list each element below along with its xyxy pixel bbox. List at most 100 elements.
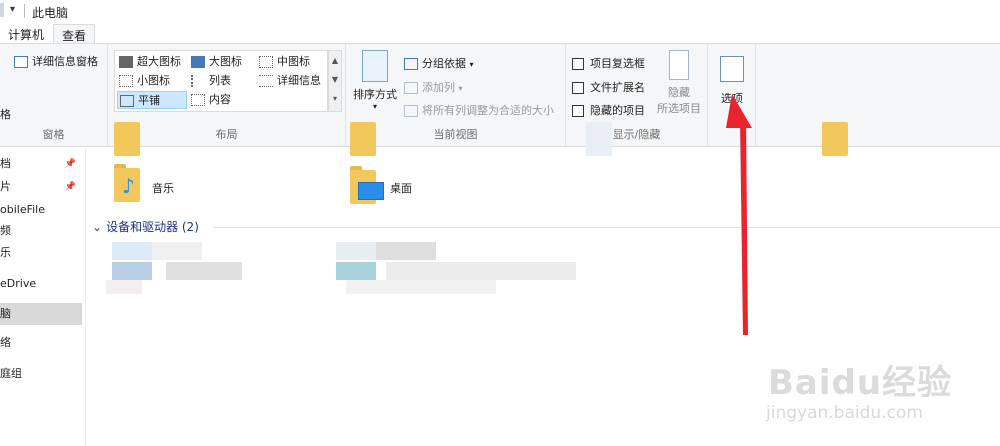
file-extensions-checkbox[interactable] (572, 82, 584, 94)
devices-section-header[interactable]: ⌄ 设备和驱动器 (2) (92, 218, 199, 235)
fit-columns-label: 将所有列调整为合适的大小 (422, 104, 554, 117)
nav-item-label: eDrive (0, 277, 37, 290)
scroll-down-icon[interactable]: ▼ (329, 70, 341, 89)
layout-tiles-label: 平铺 (138, 94, 160, 107)
nav-item-label: 脑 (0, 307, 11, 320)
layout-extra-large-icons[interactable]: 超大图标 (117, 53, 187, 71)
folder-label-desktop: 桌面 (390, 182, 412, 195)
small-icons-icon (119, 75, 133, 87)
nav-item-network[interactable]: 络 (0, 332, 82, 354)
ribbon-group-current-view: 排序方式 ▾ 分组依据 ▾ 添加列 ▾ 将所有列调整为合适的大小 当前视图 (346, 44, 566, 146)
nav-item-label: obileFile (0, 203, 45, 216)
nav-item-music[interactable]: 乐 (0, 242, 82, 264)
blurred-block (166, 262, 242, 280)
group-by-label: 分组依据 (422, 57, 466, 70)
content-icon (191, 94, 205, 106)
blurred-block (112, 242, 152, 260)
ribbon-group-panes: 详细信息窗格 格 窗格 (0, 44, 108, 146)
pin-icon: 📌 (64, 159, 76, 169)
watermark-site: jingyan.baidu.com (766, 403, 923, 423)
item-checkboxes-checkbox[interactable] (572, 58, 584, 70)
hide-selected-label-line2: 所选项目 (657, 102, 701, 115)
tab-computer[interactable]: 计算机 (0, 24, 52, 43)
scroll-up-icon[interactable]: ▲ (329, 51, 341, 70)
details-pane-button[interactable]: 详细信息窗格 (14, 53, 98, 69)
nav-item-onedrive[interactable]: eDrive (0, 273, 82, 295)
gallery-expand-icon[interactable]: ▾ (329, 89, 341, 108)
nav-item-videos[interactable]: 频 (0, 220, 82, 242)
watermark-brand: Baidu经验 (768, 363, 953, 403)
add-column-label: 添加列 (422, 81, 455, 94)
details-pane-label: 详细信息窗格 (32, 55, 98, 68)
add-column-chevron-icon: ▾ (458, 84, 463, 93)
baidu-watermark: Baidu经验 jingyan.baidu.com (760, 355, 1000, 446)
blurred-block (336, 262, 376, 280)
nav-item-label: 档 (0, 157, 11, 170)
hide-selected-icon (669, 50, 689, 80)
navigation-pane: 档 📌 片 📌 obileFile 频 乐 eDrive 脑 络 庭组 (0, 148, 86, 446)
add-column-icon (404, 82, 418, 94)
layout-details[interactable]: 详细信息 (257, 72, 327, 90)
nav-item-label: 庭组 (0, 367, 22, 380)
folder-icon (586, 122, 612, 156)
quick-access-chevron-icon[interactable]: ▾ (10, 4, 15, 15)
music-note-icon: ♪ (122, 174, 135, 198)
group-by-chevron-icon: ▾ (469, 60, 474, 69)
hide-selected-button[interactable]: 隐藏 所选项目 (654, 50, 704, 116)
fit-columns-icon (404, 105, 418, 117)
layout-medium-icons-label: 中图标 (277, 55, 310, 68)
tab-view[interactable]: 查看 (53, 24, 96, 43)
layout-list-label: 列表 (209, 74, 231, 87)
hidden-items-option[interactable]: 隐藏的项目 (572, 102, 645, 118)
nav-item-label: 片 (0, 180, 11, 193)
chevron-down-icon: ⌄ (92, 220, 103, 234)
nav-item-mobilefile[interactable]: obileFile (0, 199, 82, 221)
group-by-button[interactable]: 分组依据 ▾ (404, 55, 474, 71)
folder-icon (822, 122, 848, 156)
desktop-monitor-icon (358, 182, 384, 200)
nav-item-pictures[interactable]: 片 📌 (0, 176, 82, 198)
sort-by-button[interactable]: 排序方式 ▾ (352, 50, 398, 111)
layout-tiles[interactable]: 平铺 (117, 91, 187, 109)
folder-label-music: 音乐 (152, 182, 174, 195)
hide-selected-label-line1: 隐藏 (668, 86, 690, 99)
hidden-items-label: 隐藏的项目 (590, 104, 645, 117)
options-icon (720, 56, 744, 82)
ribbon: 详细信息窗格 格 窗格 超大图标 大图标 中图标 小图标 列表 详细信息 平铺 … (0, 43, 1000, 147)
hidden-items-checkbox[interactable] (572, 105, 584, 117)
blurred-block (376, 242, 436, 260)
sort-by-chevron-icon: ▾ (372, 102, 377, 111)
ribbon-group-layout: 超大图标 大图标 中图标 小图标 列表 详细信息 平铺 内容 ▲ ▼ ▾ 布局 (108, 44, 346, 146)
extra-large-icons-icon (119, 56, 133, 68)
layout-content[interactable]: 内容 (189, 91, 253, 109)
file-extensions-option[interactable]: 文件扩展名 (572, 79, 645, 95)
window-title: 此电脑 (32, 6, 69, 20)
layout-gallery-scrollbar[interactable]: ▲ ▼ ▾ (328, 50, 342, 112)
nav-item-this-pc[interactable]: 脑 (0, 303, 82, 325)
details-pane-icon (14, 56, 28, 68)
nav-item-homegroup[interactable]: 庭组 (0, 363, 82, 385)
folder-icon (114, 122, 140, 156)
layout-extra-large-icons-label: 超大图标 (137, 55, 181, 68)
pin-icon: 📌 (64, 182, 76, 192)
layout-medium-icons[interactable]: 中图标 (257, 53, 325, 71)
layout-large-icons[interactable]: 大图标 (189, 53, 253, 71)
layout-small-icons-label: 小图标 (137, 74, 170, 87)
layout-list[interactable]: 列表 (189, 72, 253, 90)
file-extensions-label: 文件扩展名 (590, 81, 645, 94)
item-checkboxes-label: 项目复选框 (590, 57, 645, 70)
item-checkboxes-option[interactable]: 项目复选框 (572, 55, 645, 71)
title-bar: ▾ 此电脑 (0, 0, 1000, 22)
nav-item-documents[interactable]: 档 📌 (0, 153, 82, 175)
layout-gallery: 超大图标 大图标 中图标 小图标 列表 详细信息 平铺 内容 (114, 50, 328, 112)
layout-content-label: 内容 (209, 93, 231, 106)
layout-small-icons[interactable]: 小图标 (117, 72, 187, 90)
fit-columns-button[interactable]: 将所有列调整为合适的大小 (404, 102, 554, 118)
nav-item-label: 乐 (0, 246, 11, 259)
sort-by-label: 排序方式 (353, 88, 397, 101)
blurred-block (336, 242, 376, 260)
add-column-button[interactable]: 添加列 ▾ (404, 79, 463, 95)
details-icon (259, 75, 273, 87)
options-button[interactable]: 选项 (714, 50, 750, 106)
blurred-block (386, 262, 576, 280)
